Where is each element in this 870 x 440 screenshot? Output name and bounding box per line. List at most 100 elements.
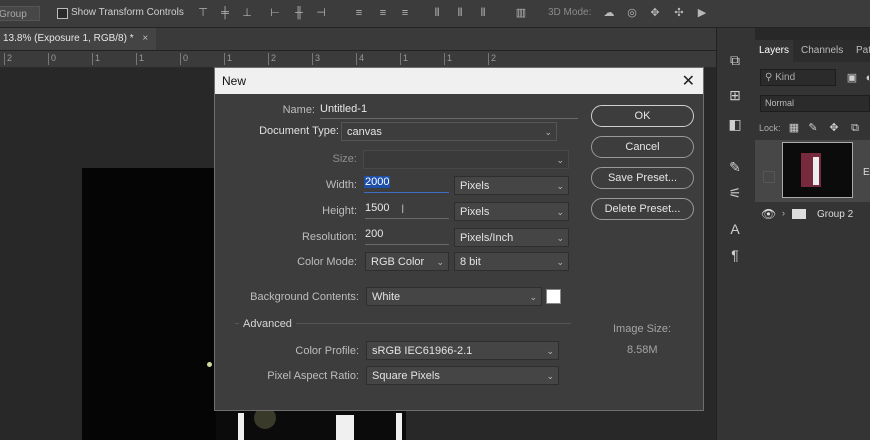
delete-preset-button[interactable]: Delete Preset...: [591, 198, 694, 220]
3d-scale-icon[interactable]: ▶: [695, 6, 709, 20]
document-tab-bar: 13.8% (Exposure 1, RGB/8) * ×: [0, 28, 716, 51]
bit-depth-value: 8 bit: [460, 256, 481, 268]
cancel-button[interactable]: Cancel: [591, 136, 694, 158]
tab-channels[interactable]: Channels: [801, 40, 843, 62]
adjustments-icon[interactable]: ⚟: [726, 184, 744, 202]
layer-thumbnail: [782, 142, 853, 198]
ruler-tick-label: 2: [268, 53, 276, 65]
ruler-tick-label: 0: [48, 53, 56, 65]
resolution-label: Resolution:: [301, 231, 357, 243]
layer-name-partial: Ex: [863, 167, 870, 178]
distribute-left-icon[interactable]: ⦀: [430, 6, 444, 20]
3d-orbit-icon[interactable]: ☁: [602, 6, 616, 20]
resolution-unit-select[interactable]: Pixels/Inch ⌄: [454, 228, 569, 247]
background-contents-select[interactable]: White ⌄: [366, 287, 542, 306]
filter-image-icon[interactable]: ▣: [843, 69, 861, 87]
lock-artboard-icon[interactable]: ⧉: [846, 119, 864, 137]
background-contents-label: Background Contents:: [250, 291, 359, 303]
3d-slide-icon[interactable]: ✣: [672, 6, 686, 20]
eye-icon[interactable]: 👁: [761, 207, 776, 221]
resolution-input[interactable]: 200: [365, 228, 449, 245]
canvas-sparkle: [207, 362, 212, 367]
close-icon[interactable]: ✕: [682, 71, 695, 91]
advanced-label[interactable]: Advanced: [239, 318, 296, 330]
ruler-tick-label: 1: [92, 53, 100, 65]
align-hcenter-icon[interactable]: ╫: [292, 6, 306, 20]
size-select[interactable]: ⌄: [363, 150, 569, 169]
pixel-aspect-ratio-select[interactable]: Square Pixels ⌄: [366, 366, 559, 385]
chevron-down-icon: ⌄: [546, 371, 554, 381]
horizontal-ruler: 2 0 1 1 0 1 2 3 4 1 1 2: [0, 51, 716, 68]
resolution-unit: Pixels/Inch: [460, 232, 514, 244]
paragraph-icon[interactable]: ¶: [726, 246, 744, 264]
show-transform-checkbox[interactable]: [57, 8, 68, 19]
document-tab-close-icon[interactable]: ×: [142, 33, 148, 44]
width-unit-select[interactable]: Pixels ⌄: [454, 176, 569, 195]
width-input[interactable]: 2000: [364, 176, 449, 193]
save-preset-button[interactable]: Save Preset...: [591, 167, 694, 189]
filter-adjust-icon[interactable]: ◐: [860, 69, 870, 87]
auto-align-icon[interactable]: ▥: [514, 6, 528, 20]
distribute-right-icon[interactable]: ⦀: [476, 6, 490, 20]
align-vcenter-icon[interactable]: ╪: [218, 6, 232, 20]
align-left-icon[interactable]: ⊢: [268, 6, 282, 20]
background-color-swatch[interactable]: [546, 289, 561, 304]
3d-pan-icon[interactable]: ✥: [648, 6, 662, 20]
layer-visibility-empty[interactable]: [763, 171, 775, 183]
history-icon[interactable]: ⧉: [726, 51, 744, 69]
document-type-value: canvas: [347, 126, 382, 138]
ok-button[interactable]: OK: [591, 105, 694, 127]
height-input[interactable]: 1500: [365, 202, 449, 219]
color-mode-select[interactable]: RGB Color ⌄: [365, 252, 449, 271]
chevron-down-icon: ⌄: [556, 257, 564, 267]
document-type-select[interactable]: canvas ⌄: [341, 122, 557, 141]
tab-paths[interactable]: Pat: [856, 40, 870, 62]
lock-pixels-icon[interactable]: ▦: [785, 119, 803, 137]
properties-icon[interactable]: ⊞: [726, 86, 744, 104]
auto-select-dropdown[interactable]: Group: [0, 6, 40, 21]
3d-roll-icon[interactable]: ◎: [625, 6, 639, 20]
character-icon[interactable]: A: [726, 220, 744, 238]
chevron-down-icon: ⌄: [556, 155, 564, 165]
align-top-icon[interactable]: ⊤: [196, 6, 210, 20]
tab-layers[interactable]: Layers: [755, 40, 793, 62]
layer-filter-kind[interactable]: ⚲ Kind: [760, 69, 836, 86]
ruler-tick-label: 4: [356, 53, 364, 65]
distribute-bottom-icon[interactable]: ≡: [398, 6, 412, 20]
align-right-icon[interactable]: ⊣: [314, 6, 328, 20]
dialog-titlebar: New ✕: [215, 68, 703, 94]
color-mode-label: Color Mode:: [297, 256, 357, 268]
text-cursor-icon: I: [401, 202, 405, 216]
document-type-label: Document Type:: [259, 125, 339, 137]
bit-depth-select[interactable]: 8 bit ⌄: [454, 252, 569, 271]
chevron-down-icon: ⌄: [556, 233, 564, 243]
height-unit-select[interactable]: Pixels ⌄: [454, 202, 569, 221]
layer-name: Group 2: [817, 209, 854, 220]
align-bottom-icon[interactable]: ⊥: [240, 6, 254, 20]
height-unit: Pixels: [460, 206, 490, 218]
panel-icon-column: ⧉ ⊞ ◧ ✎ ⚟ A ¶: [716, 28, 755, 440]
chevron-down-icon: ⌄: [546, 346, 554, 356]
mode-3d-label: 3D Mode:: [548, 7, 592, 18]
dialog-title: New: [222, 74, 247, 88]
ruler-tick-label: 2: [4, 53, 12, 65]
chevron-down-icon: ⌄: [436, 257, 444, 267]
distribute-vcenter-icon[interactable]: ≡: [376, 6, 390, 20]
distribute-top-icon[interactable]: ≡: [352, 6, 366, 20]
chevron-right-icon[interactable]: ›: [782, 208, 785, 218]
lock-move-icon[interactable]: ✥: [825, 119, 843, 137]
color-profile-value: sRGB IEC61966-2.1: [372, 345, 473, 357]
name-input[interactable]: Untitled-1: [320, 103, 578, 119]
width-label: Width:: [325, 179, 357, 191]
new-document-dialog: New ✕ Name: Untitled-1 Document Type: ca…: [214, 67, 704, 411]
brush-presets-icon[interactable]: ◧: [726, 115, 744, 133]
lock-paint-icon[interactable]: ✎: [804, 119, 822, 137]
brushes-icon[interactable]: ✎: [726, 158, 744, 176]
folder-icon: [792, 209, 806, 219]
blend-mode-select[interactable]: Normal: [760, 95, 870, 112]
background-contents-value: White: [372, 291, 401, 303]
color-profile-select[interactable]: sRGB IEC61966-2.1 ⌄: [366, 341, 559, 360]
ruler-tick-label: 1: [400, 53, 408, 65]
distribute-hcenter-icon[interactable]: ⦀: [453, 6, 467, 20]
document-tab[interactable]: 13.8% (Exposure 1, RGB/8) * ×: [0, 28, 156, 50]
